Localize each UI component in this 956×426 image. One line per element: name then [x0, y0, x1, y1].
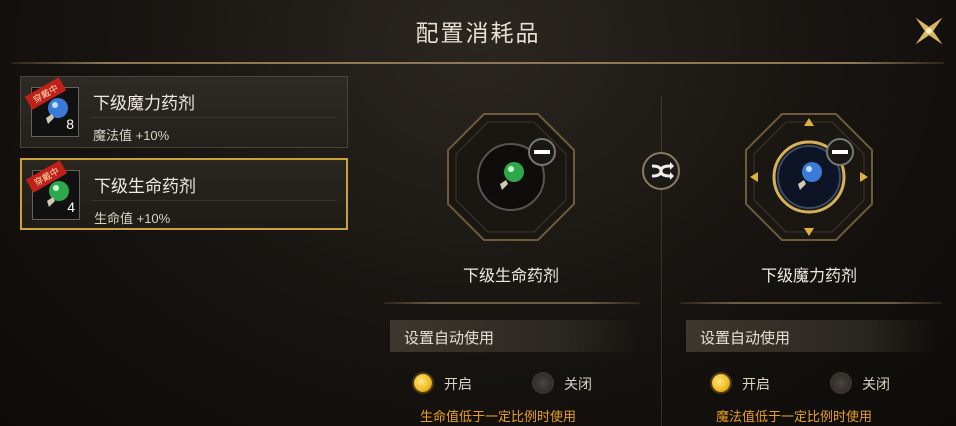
item-icon-box: 穿戴中 8 — [24, 77, 79, 137]
item-list: 穿戴中 8 下级魔力药剂 魔法值 +10% 穿戴中 4 下级生命药剂 生命值 +… — [20, 76, 348, 240]
auto-use-off-radio[interactable] — [534, 374, 552, 392]
consumable-slot-hp[interactable] — [444, 110, 578, 244]
auto-use-label: 设置自动使用 — [404, 330, 495, 347]
list-item[interactable]: 穿戴中 8 下级魔力药剂 魔法值 +10% — [20, 76, 348, 148]
item-icon-box: 穿戴中 4 — [25, 160, 80, 220]
title-bar: 配置消耗品 — [0, 0, 956, 64]
item-desc: 生命值 +10% — [94, 211, 171, 226]
on-label: 开启 — [444, 376, 472, 392]
auto-use-header: 设置自动使用 — [390, 320, 642, 352]
auto-use-off-radio[interactable] — [832, 374, 850, 392]
slot-name-hp: 下级生命药剂 — [462, 268, 559, 285]
list-item-selected[interactable]: 穿戴中 4 下级生命药剂 生命值 +10% — [20, 158, 348, 230]
auto-use-hint: 魔法值低于一定比例时使用 — [716, 409, 873, 424]
slot-name-mp: 下级魔力药剂 — [760, 268, 857, 285]
item-name: 下级魔力药剂 — [93, 94, 195, 113]
auto-use-hint: 生命值低于一定比例时使用 — [420, 409, 577, 424]
item-separator — [91, 117, 337, 118]
item-name: 下级生命药剂 — [94, 177, 196, 196]
off-label: 关闭 — [564, 376, 592, 392]
consumable-slot-mp[interactable] — [742, 110, 876, 244]
auto-use-label: 设置自动使用 — [700, 330, 791, 347]
blue-potion-icon — [802, 162, 822, 182]
item-count: 8 — [66, 116, 74, 132]
on-label: 开启 — [742, 376, 770, 392]
green-potion-icon — [504, 162, 524, 182]
auto-use-on-radio[interactable] — [414, 374, 432, 392]
slot-divider — [384, 302, 640, 304]
item-desc: 魔法值 +10% — [93, 128, 170, 143]
close-icon[interactable] — [906, 8, 952, 54]
swap-icon[interactable] — [640, 150, 682, 192]
off-label: 关闭 — [862, 376, 890, 392]
item-separator — [92, 200, 336, 201]
title-divider — [12, 62, 944, 64]
minus-icon — [826, 138, 854, 166]
item-count: 4 — [67, 199, 75, 215]
slot-divider — [680, 302, 942, 304]
column-divider — [661, 96, 662, 426]
auto-use-on-radio[interactable] — [712, 374, 730, 392]
auto-use-header: 设置自动使用 — [686, 320, 938, 352]
minus-icon — [528, 138, 556, 166]
page-title: 配置消耗品 — [415, 20, 541, 46]
